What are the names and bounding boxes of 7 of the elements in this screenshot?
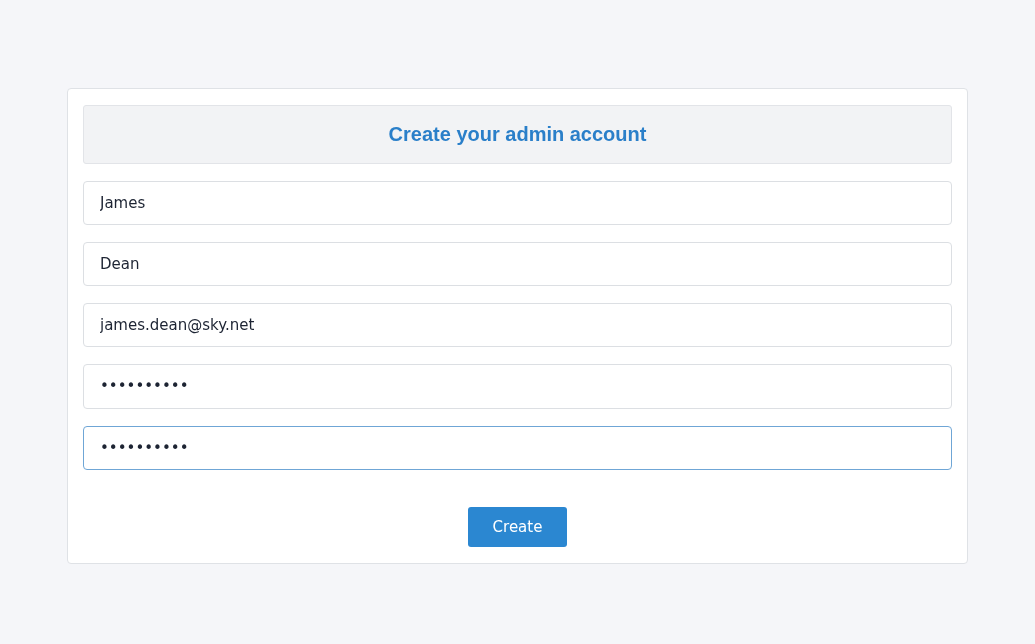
input-field[interactable]: ••••••••••: [83, 425, 952, 470]
input-field[interactable]: james.dean@sky.net: [83, 303, 952, 348]
form-title: Create your admin account: [388, 122, 647, 146]
create-button[interactable]: Create: [468, 506, 567, 547]
input-field[interactable]: Dean: [83, 242, 952, 287]
input-field[interactable]: ••••••••••: [83, 364, 952, 409]
input-field[interactable]: James: [83, 180, 952, 226]
